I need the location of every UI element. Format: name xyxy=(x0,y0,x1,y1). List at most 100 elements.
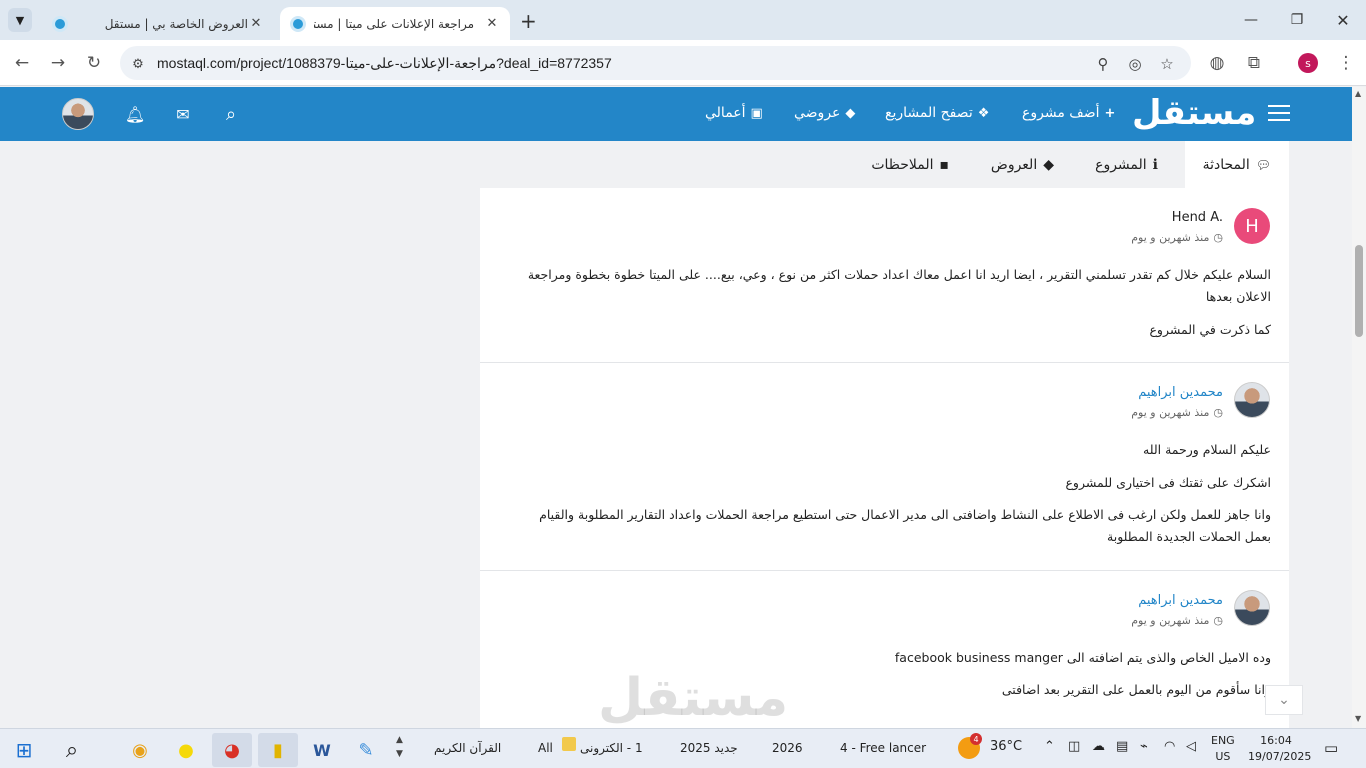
tray-vpn-icon[interactable]: ☁ xyxy=(1092,739,1105,754)
conversation-panel: H Hend A. ◷ منذ شهرين و يوم السلام عليكم… xyxy=(480,188,1289,728)
taskbar-window-electronic[interactable]: 1 - الكترونى xyxy=(580,741,643,755)
message-item: محمدين ابراهيم ◷ منذ شهرين و يوم عليكم ا… xyxy=(480,363,1289,571)
clock-icon: ◷ xyxy=(1213,406,1223,419)
tray-mic-icon[interactable]: ⌁ xyxy=(1140,739,1148,754)
sticky-note-icon: ▪ xyxy=(939,156,950,173)
notifications-icon[interactable]: ▭ xyxy=(1324,739,1338,757)
scrollbar-thumb[interactable] xyxy=(1355,245,1363,337)
taskbar-window-new-2025[interactable]: جديد 2025 xyxy=(680,741,738,755)
zoom-icon[interactable]: ⚲ xyxy=(1093,54,1113,74)
taskbar-window-quran[interactable]: القرآن الكريم xyxy=(434,741,501,755)
search-icon[interactable]: ⌕ xyxy=(52,733,92,767)
tab-notes[interactable]: ▪ الملاحظات xyxy=(871,141,949,188)
site-header: 🔔︎ ✉ ⌕ ▣ أعمالي ◆ عروضي ❖ تصفح المشاريع … xyxy=(0,87,1352,141)
close-icon[interactable]: ✕ xyxy=(248,16,264,31)
restore-button[interactable]: ❐ xyxy=(1274,8,1320,32)
tag-icon: ◆ xyxy=(845,105,856,121)
reload-button[interactable]: ↻ xyxy=(80,49,108,77)
tray-chevron-icon[interactable]: ⌃ xyxy=(1044,739,1055,754)
bookmark-star-icon[interactable]: ☆ xyxy=(1157,54,1177,74)
clock-icon: ◷ xyxy=(1213,614,1223,627)
forward-button[interactable]: → xyxy=(44,49,72,77)
tab-search-button[interactable]: ▼ xyxy=(8,8,32,32)
avatar[interactable] xyxy=(1234,382,1270,418)
taskbar-window-2026[interactable]: 2026 xyxy=(772,741,803,755)
bell-icon[interactable]: 🔔︎ xyxy=(124,103,146,125)
page-scrollbar[interactable]: ▲ ▼ xyxy=(1352,87,1366,728)
powerbi-icon[interactable]: ▮ xyxy=(258,733,298,767)
tag-icon: ◆ xyxy=(1043,156,1054,173)
extensions-icon[interactable]: ⧉ xyxy=(1240,49,1268,77)
paint-icon[interactable]: ✎ xyxy=(346,733,386,767)
new-tab-button[interactable]: + xyxy=(520,9,537,33)
profile-avatar[interactable]: s xyxy=(1298,53,1318,73)
site-logo[interactable]: مستقل xyxy=(1132,93,1256,133)
message-time: ◷ منذ شهرين و يوم xyxy=(1131,231,1223,244)
avatar: H xyxy=(1234,208,1270,244)
info-icon: ℹ xyxy=(1152,156,1158,173)
avatar[interactable] xyxy=(1234,590,1270,626)
nav-my-offers[interactable]: ◆ عروضي xyxy=(794,105,855,121)
close-icon[interactable]: ✕ xyxy=(484,16,500,31)
scroll-up-arrow-icon[interactable]: ▲ xyxy=(1355,89,1361,98)
shield-app-icon[interactable]: ◉ xyxy=(120,733,160,767)
back-button[interactable]: ← xyxy=(8,49,36,77)
browser-tab-project[interactable]: مراجعة الإعلانات على ميتا | مستقا ✕ xyxy=(280,7,510,40)
clock[interactable]: 16:04 19/07/2025 xyxy=(1248,733,1311,765)
sender-name[interactable]: Hend A. xyxy=(1172,210,1223,225)
eye-slash-icon[interactable]: ◎ xyxy=(1125,54,1145,74)
browser-tab-strip: ▼ ✕ العروض الخاصة بي | مستقل مراجعة الإع… xyxy=(0,0,1366,40)
taskbar-window-all[interactable]: All xyxy=(538,741,553,755)
message-time: ◷ منذ شهرين و يوم xyxy=(1131,406,1223,419)
minimize-button[interactable]: — xyxy=(1228,8,1274,32)
menu-kebab-icon[interactable]: ⋮ xyxy=(1332,49,1360,77)
close-window-button[interactable]: ✕ xyxy=(1320,8,1366,32)
tab-conversation[interactable]: 💬︎ المحادثة xyxy=(1184,141,1289,188)
tray-app-icon[interactable]: ◫ xyxy=(1068,739,1080,754)
windows-taskbar: ⊞ ⌕ ◉ ● ◕ ▮ W ✎ ▲ ▼ القرآن الكريم All 1 -… xyxy=(0,728,1366,768)
tab-project[interactable]: ℹ المشروع xyxy=(1095,141,1158,188)
taskbar-window-freelancer[interactable]: 4 - Free lancer xyxy=(840,741,926,755)
weather-badge: 4 xyxy=(970,733,982,745)
message-text: وانا جاهز للعمل ولكن ارغب فى الاطلاع على… xyxy=(539,507,1271,544)
browser-toolbar: ← → ↻ ⚙ mostaql.com/project/1088379-مراج… xyxy=(0,40,1366,86)
briefcase-icon: ▣ xyxy=(750,105,763,121)
cubes-icon: ❖ xyxy=(977,105,990,121)
nav-add-project[interactable]: + أضف مشروع xyxy=(1022,105,1115,121)
address-bar[interactable]: ⚙ mostaql.com/project/1088379-مراجعة-الإ… xyxy=(120,46,1191,80)
user-avatar[interactable] xyxy=(62,98,94,130)
sender-name[interactable]: محمدين ابراهيم xyxy=(1138,385,1223,400)
sender-name[interactable]: محمدين ابراهيم xyxy=(1138,593,1223,608)
project-tabs: 💬︎ المحادثة ℹ المشروع ◆ العروض ▪ الملاحظ… xyxy=(480,141,1289,188)
message-time: ◷ منذ شهرين و يوم xyxy=(1131,614,1223,627)
scroll-down-button[interactable]: ⌄ xyxy=(1265,685,1303,715)
snapchat-icon[interactable]: ● xyxy=(166,733,206,767)
speaker-icon[interactable]: ◁ xyxy=(1186,739,1196,754)
browser-tab-my-offers[interactable]: ✕ العروض الخاصة بي | مستقل xyxy=(42,7,274,40)
tab-offers[interactable]: ◆ العروض xyxy=(991,141,1054,188)
url-text[interactable]: mostaql.com/project/1088379-مراجعة-الإعل… xyxy=(157,55,612,72)
plus-icon: + xyxy=(1104,105,1116,121)
wifi-icon[interactable]: ◠ xyxy=(1164,739,1175,754)
message-text: كما ذكرت في المشروع xyxy=(1149,322,1271,337)
message-text: السلام عليكم خلال كم تقدر تسلمني التقرير… xyxy=(527,267,1271,304)
envelope-icon[interactable]: ✉ xyxy=(172,103,194,125)
language-indicator[interactable]: ENG US xyxy=(1211,733,1235,765)
word-icon[interactable]: W xyxy=(302,733,342,767)
folder-icon xyxy=(562,737,576,751)
weather-temperature[interactable]: 36°C xyxy=(990,739,1022,754)
taskbar-scroll-icon[interactable]: ▲ ▼ xyxy=(396,733,403,761)
site-info-icon[interactable]: ⚙ xyxy=(128,54,148,74)
message-text: اشكرك على ثقتك فى اختيارى للمشروع xyxy=(1065,475,1271,490)
tray-display-icon[interactable]: ▤ xyxy=(1116,739,1128,754)
start-windows-icon[interactable]: ⊞ xyxy=(4,733,44,767)
globe-icon[interactable]: ◍ xyxy=(1203,49,1231,77)
scroll-down-arrow-icon[interactable]: ▼ xyxy=(1355,714,1361,723)
message-text: عليكم السلام ورحمة الله xyxy=(1143,442,1271,457)
nav-browse-projects[interactable]: ❖ تصفح المشاريع xyxy=(885,105,989,121)
hamburger-menu-icon[interactable] xyxy=(1268,105,1290,123)
watermark-logo: مستقل xyxy=(598,668,789,728)
search-icon[interactable]: ⌕ xyxy=(220,103,242,125)
nav-my-works[interactable]: ▣ أعمالي xyxy=(705,105,763,121)
chrome-icon[interactable]: ◕ xyxy=(212,733,252,767)
